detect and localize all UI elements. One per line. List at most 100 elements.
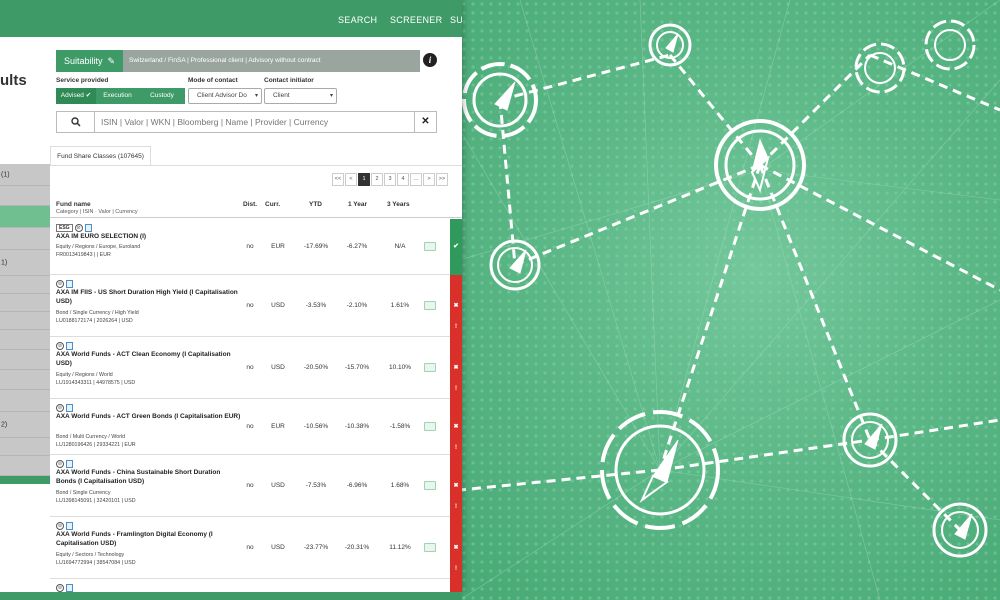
- contact-initiator-select[interactable]: Client ▾: [264, 88, 337, 104]
- briefcase-icon[interactable]: [424, 363, 436, 372]
- service-custody-toggle[interactable]: Custody: [139, 88, 185, 104]
- initiator-label: Contact initiator: [264, 77, 314, 84]
- fund-badges: ESG ⊘: [56, 223, 92, 232]
- sidebar-item[interactable]: [0, 370, 50, 390]
- fund-identifiers: LU1398145091 | 32420101 | USD: [56, 498, 136, 504]
- suitability-status[interactable]: ✔: [450, 219, 462, 275]
- suitability-status[interactable]: ✖!: [450, 517, 462, 579]
- sidebar-item[interactable]: [0, 186, 50, 206]
- fund-category: Bond / Single Currency: [56, 490, 111, 496]
- chevron-down-icon: ▾: [329, 93, 333, 99]
- sidebar-item[interactable]: 2): [0, 412, 50, 438]
- close-icon: ✕: [421, 116, 430, 127]
- col-1-year[interactable]: 1 Year: [348, 201, 367, 208]
- document-icon[interactable]: [66, 403, 73, 412]
- document-icon[interactable]: [84, 223, 92, 232]
- briefcase-icon[interactable]: [424, 481, 436, 490]
- document-icon[interactable]: [66, 279, 73, 288]
- fund-category: Bond / Single Currency / High Yield: [56, 310, 139, 316]
- document-icon[interactable]: [66, 583, 73, 592]
- alert-icon: !: [455, 566, 457, 572]
- col-ytd[interactable]: YTD: [309, 201, 322, 208]
- service-advised-toggle[interactable]: Advised ✔: [56, 88, 96, 104]
- page-button[interactable]: >>: [436, 173, 448, 186]
- page-button[interactable]: 1: [358, 173, 370, 186]
- table-row[interactable]: ⊘ AXA World Funds - ACT Green Bonds (I C…: [50, 399, 462, 455]
- sidebar-item[interactable]: [0, 276, 50, 294]
- fund-identifiers: LU1914343311 | 44978575 | USD: [56, 380, 136, 386]
- table-row[interactable]: ⊘ AXA IM FIIS - US Short Duration High Y…: [50, 275, 462, 337]
- sidebar-item[interactable]: [0, 456, 50, 476]
- col-dist[interactable]: Dist.: [243, 201, 257, 208]
- no-entry-icon: ⊘: [56, 521, 64, 530]
- service-execution-toggle[interactable]: Execution: [96, 88, 139, 104]
- col-fund-name[interactable]: Fund name: [56, 201, 91, 208]
- table-row[interactable]: ⊘ AXA World Funds - China Sustainable Sh…: [50, 455, 462, 517]
- suitability-status[interactable]: ✖!: [450, 275, 462, 337]
- pencil-icon: ✎: [107, 56, 115, 66]
- suitability-status[interactable]: [450, 579, 462, 592]
- alert-icon: !: [455, 445, 457, 451]
- fund-category: Bond / Multi Currency / World: [56, 434, 126, 440]
- table-row[interactable]: ESG ⊘ AXA IM EURO SELECTION (I) Equity / …: [50, 219, 462, 275]
- col-3-years[interactable]: 3 Years: [387, 201, 410, 208]
- briefcase-icon[interactable]: [424, 242, 436, 251]
- table-row[interactable]: ⊘ AXA World Funds - Framlington Digital …: [50, 517, 462, 579]
- sidebar-item[interactable]: [0, 330, 50, 350]
- nav-screener[interactable]: SCREENER: [390, 0, 442, 37]
- sidebar-item[interactable]: [0, 350, 50, 370]
- close-icon: ✖: [453, 303, 459, 309]
- table-row[interactable]: ⊘ AXA World Funds - ACT Clean Economy (I…: [50, 337, 462, 399]
- briefcase-icon[interactable]: [424, 422, 436, 431]
- suitability-status[interactable]: ✖!: [450, 337, 462, 399]
- page-button[interactable]: <: [345, 173, 357, 186]
- page-button[interactable]: 3: [384, 173, 396, 186]
- page-button[interactable]: >: [423, 173, 435, 186]
- fund-name[interactable]: AXA IM FIIS - US Short Duration High Yie…: [56, 289, 242, 306]
- alert-icon: !: [455, 386, 457, 392]
- sidebar-item[interactable]: 1): [0, 250, 50, 276]
- search-button[interactable]: [57, 112, 95, 132]
- fund-category: Equity / Regions / World: [56, 372, 113, 378]
- sidebar-item[interactable]: [0, 228, 50, 250]
- search-input[interactable]: [101, 114, 401, 130]
- mode-of-contact-select[interactable]: Client Advisor Do ▾: [188, 88, 262, 104]
- fund-name[interactable]: AXA World Funds - Framlington Digital Ec…: [56, 531, 242, 548]
- sidebar-item[interactable]: (1): [0, 164, 50, 186]
- filter-sidebar: (1) 1) 2): [0, 146, 50, 592]
- page-button[interactable]: ...: [410, 173, 422, 186]
- sidebar-item[interactable]: [0, 438, 50, 456]
- fund-1-year: -2.10%: [346, 302, 368, 309]
- suitability-status[interactable]: ✖!: [450, 399, 462, 455]
- fund-badges: ⊘: [56, 341, 73, 350]
- fund-name[interactable]: AXA World Funds - China Sustainable Shor…: [56, 469, 242, 486]
- sidebar-item-active[interactable]: [0, 206, 50, 228]
- col-curr[interactable]: Curr.: [265, 201, 280, 208]
- top-nav-bar: SEARCH SCREENER SU: [0, 0, 462, 37]
- briefcase-icon[interactable]: [424, 301, 436, 310]
- fund-name[interactable]: AXA World Funds - ACT Green Bonds (I Cap…: [56, 413, 242, 422]
- info-icon[interactable]: i: [423, 53, 437, 67]
- fund-name[interactable]: AXA World Funds - ACT Clean Economy (I C…: [56, 351, 242, 368]
- page-button[interactable]: 2: [371, 173, 383, 186]
- close-icon: ✖: [453, 545, 459, 551]
- table-row-partial[interactable]: ⊘: [50, 579, 462, 592]
- nav-search[interactable]: SEARCH: [338, 0, 377, 37]
- briefcase-icon[interactable]: [424, 543, 436, 552]
- tab-fund-share-classes[interactable]: Fund Share Classes (107645): [50, 146, 151, 165]
- fund-name[interactable]: AXA IM EURO SELECTION (I): [56, 233, 242, 242]
- document-icon[interactable]: [66, 521, 73, 530]
- suitability-button[interactable]: Suitability ✎: [56, 50, 123, 72]
- fund-3-years: 1.68%: [390, 482, 410, 489]
- page-button[interactable]: 4: [397, 173, 409, 186]
- results-title: ults: [0, 72, 27, 89]
- suitability-status[interactable]: ✖!: [450, 455, 462, 517]
- document-icon[interactable]: [66, 459, 73, 468]
- sidebar-item[interactable]: [0, 312, 50, 330]
- nav-suitability-partial[interactable]: SU: [450, 0, 462, 37]
- sidebar-item[interactable]: [0, 390, 50, 412]
- page-button[interactable]: <<: [332, 173, 344, 186]
- clear-search-button[interactable]: ✕: [414, 112, 436, 132]
- document-icon[interactable]: [66, 341, 73, 350]
- sidebar-item[interactable]: [0, 294, 50, 312]
